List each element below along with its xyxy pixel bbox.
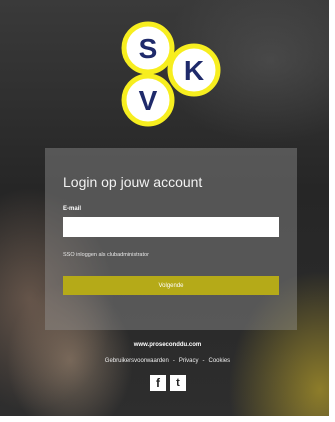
footer-separator: -	[172, 358, 175, 364]
twitter-icon[interactable]: t	[170, 375, 186, 391]
frame-edge-right	[329, 0, 335, 422]
logo-letter-s: S	[139, 33, 158, 64]
next-button[interactable]: Volgende	[63, 276, 279, 295]
svk-logo: S K V	[121, 21, 221, 127]
privacy-link[interactable]: Privacy	[179, 358, 199, 364]
email-label: E-mail	[63, 206, 82, 212]
footer-links: Gebruikersvoorwaarden - Privacy - Cookies	[0, 358, 335, 364]
terms-link[interactable]: Gebruikersvoorwaarden	[105, 358, 169, 364]
frame-edge-bottom	[0, 416, 335, 422]
logo-letter-k: K	[184, 55, 204, 86]
footer-url-link[interactable]: www.proseconddu.com	[0, 342, 335, 348]
login-title: Login op jouw account	[63, 174, 203, 190]
facebook-icon[interactable]: f	[150, 375, 166, 391]
footer-separator: -	[202, 358, 205, 364]
logo-letter-v: V	[139, 85, 158, 116]
cookies-link[interactable]: Cookies	[209, 358, 231, 364]
login-panel: Login op jouw account E-mail SSO inlogge…	[45, 148, 297, 330]
email-field[interactable]	[63, 217, 279, 237]
social-links: f t	[150, 375, 190, 391]
admin-login-link[interactable]: SSO inloggen als clubadministrator	[63, 252, 149, 258]
